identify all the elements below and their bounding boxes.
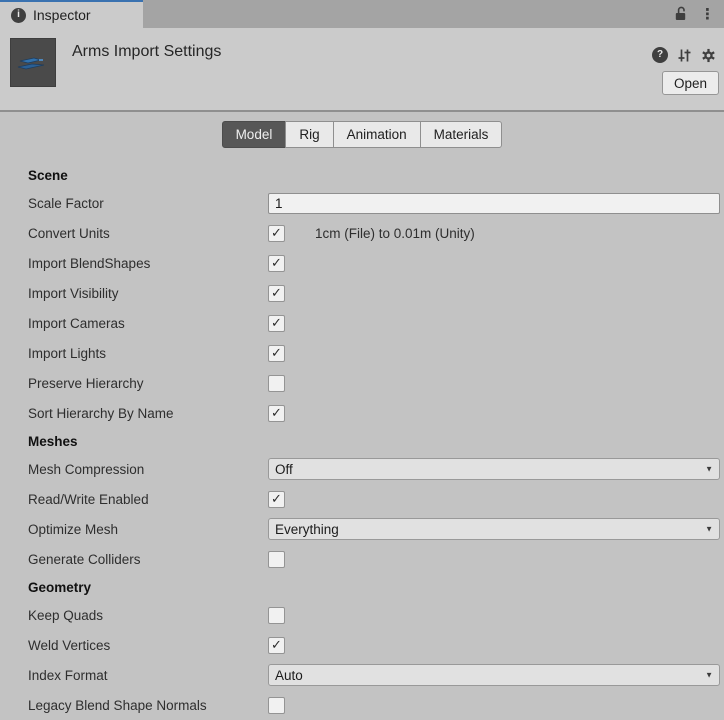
check-icon: ✓ [271, 346, 282, 359]
settings-row: Keep Quads [0, 600, 724, 630]
checkbox[interactable]: ✓ [268, 491, 285, 508]
checkbox[interactable] [268, 551, 285, 568]
tab-materials[interactable]: Materials [420, 121, 503, 148]
info-icon: i [11, 8, 26, 23]
dropdown-value: Off [269, 462, 293, 477]
section-header: Scene [0, 162, 724, 188]
dropdown[interactable]: Auto ▼ [268, 664, 720, 686]
tab-rig[interactable]: Rig [285, 121, 333, 148]
settings-list: SceneScale FactorConvert Units✓1cm (File… [0, 162, 724, 720]
checkbox[interactable] [268, 697, 285, 714]
row-label: Mesh Compression [0, 462, 268, 477]
section-header: Meshes [0, 428, 724, 454]
dropdown[interactable]: Off ▼ [268, 458, 720, 480]
more-menu-icon[interactable]: ⋮ [700, 7, 715, 22]
page-title: Arms Import Settings [72, 43, 221, 61]
row-label: Preserve Hierarchy [0, 376, 268, 391]
asset-thumbnail [10, 38, 56, 87]
row-label: Sort Hierarchy By Name [0, 406, 268, 421]
checkbox[interactable]: ✓ [268, 225, 285, 242]
section-header: Geometry [0, 574, 724, 600]
settings-row: Weld Vertices✓ [0, 630, 724, 660]
settings-row: Read/Write Enabled✓ [0, 484, 724, 514]
check-icon: ✓ [271, 286, 282, 299]
inspector-tab-label: Inspector [33, 7, 91, 23]
row-label: Read/Write Enabled [0, 492, 268, 507]
row-label: Index Format [0, 668, 268, 683]
row-label: Scale Factor [0, 196, 268, 211]
text-field[interactable] [268, 193, 720, 214]
gear-icon[interactable] [701, 48, 716, 63]
check-icon: ✓ [271, 406, 282, 419]
settings-row: Index FormatAuto ▼ [0, 660, 724, 690]
dock-tabbar: i Inspector ⋮ [0, 0, 724, 28]
settings-row: Legacy Blend Shape Normals [0, 690, 724, 720]
tab-animation[interactable]: Animation [333, 121, 421, 148]
chevron-down-icon: ▼ [705, 671, 713, 680]
checkbox[interactable]: ✓ [268, 345, 285, 362]
row-label: Generate Colliders [0, 552, 268, 567]
settings-row: Sort Hierarchy By Name✓ [0, 398, 724, 428]
settings-row: Import BlendShapes✓ [0, 248, 724, 278]
chevron-down-icon: ▼ [705, 525, 713, 534]
dropdown-value: Everything [269, 522, 339, 537]
row-label: Keep Quads [0, 608, 268, 623]
row-label: Weld Vertices [0, 638, 268, 653]
check-icon: ✓ [271, 638, 282, 651]
settings-row: Import Lights✓ [0, 338, 724, 368]
settings-row: Preserve Hierarchy [0, 368, 724, 398]
settings-row: Scale Factor [0, 188, 724, 218]
row-label: Import Cameras [0, 316, 268, 331]
settings-row: Import Cameras✓ [0, 308, 724, 338]
tab-model[interactable]: Model [222, 121, 287, 148]
dropdown[interactable]: Everything ▼ [268, 518, 720, 540]
checkbox[interactable]: ✓ [268, 405, 285, 422]
check-icon: ✓ [271, 316, 282, 329]
inspector-tab[interactable]: i Inspector [0, 0, 143, 28]
row-label: Import Lights [0, 346, 268, 361]
row-label: Import Visibility [0, 286, 268, 301]
checkbox[interactable]: ✓ [268, 255, 285, 272]
row-note: 1cm (File) to 0.01m (Unity) [315, 226, 475, 241]
settings-row: Optimize MeshEverything ▼ [0, 514, 724, 544]
checkbox[interactable]: ✓ [268, 315, 285, 332]
check-icon: ✓ [271, 256, 282, 269]
row-label: Import BlendShapes [0, 256, 268, 271]
checkbox[interactable] [268, 375, 285, 392]
dropdown-value: Auto [269, 668, 303, 683]
asset-header: Arms Import Settings ? Open [0, 28, 724, 110]
settings-row: Convert Units✓ 1cm (File) to 0.01m (Unity… [0, 218, 724, 248]
row-label: Optimize Mesh [0, 522, 268, 537]
help-icon[interactable]: ? [652, 47, 668, 63]
chevron-down-icon: ▼ [705, 465, 713, 474]
row-label: Convert Units [0, 226, 268, 241]
open-button[interactable]: Open [662, 71, 719, 95]
model-tab-group: ModelRigAnimationMaterials [0, 112, 724, 148]
settings-row: Import Visibility✓ [0, 278, 724, 308]
settings-row: Mesh CompressionOff ▼ [0, 454, 724, 484]
presets-icon[interactable] [677, 48, 692, 63]
checkbox[interactable] [268, 607, 285, 624]
row-label: Legacy Blend Shape Normals [0, 698, 268, 713]
settings-row: Generate Colliders [0, 544, 724, 574]
lock-icon[interactable] [674, 6, 687, 22]
import-settings-panel: ModelRigAnimationMaterials Scene Scale Fa… [0, 112, 724, 709]
checkbox[interactable]: ✓ [268, 637, 285, 654]
check-icon: ✓ [271, 492, 282, 505]
check-icon: ✓ [271, 226, 282, 239]
checkbox[interactable]: ✓ [268, 285, 285, 302]
